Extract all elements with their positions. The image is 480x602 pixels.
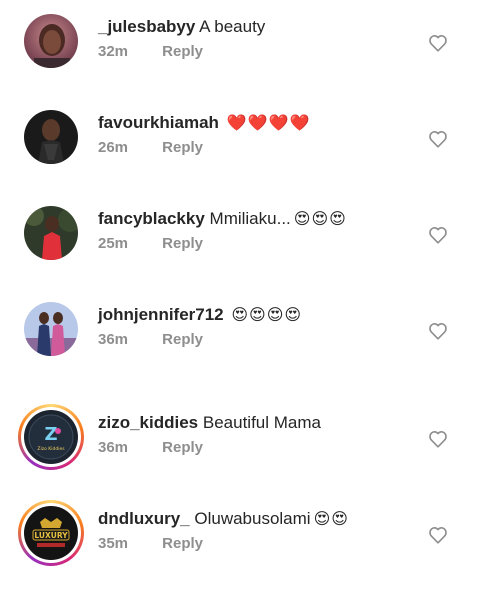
reply-button[interactable]: Reply [162, 331, 203, 348]
heart-outline-icon[interactable] [428, 322, 448, 340]
comment-emojis: 😍😍😍 [293, 209, 347, 228]
comment-item: _julesbabyy A beauty 32m Reply [0, 14, 480, 110]
comment-username[interactable]: fancyblackky [98, 209, 205, 228]
comment-item: johnjennifer712 😍😍😍😍 36m Reply [0, 302, 480, 398]
comment-time: 36m [98, 439, 129, 456]
comment-emojis: 😍😍 [313, 509, 349, 528]
comment-text: Oluwabusolami [194, 509, 311, 528]
heart-outline-icon[interactable] [428, 130, 448, 148]
profile-photo: Z Zizo Kiddies [24, 410, 78, 464]
comment-username[interactable]: dndluxury_ [98, 509, 190, 528]
comment-item: LUXURY dndluxury_ Oluwabusolami 😍😍 35m Re… [0, 500, 480, 602]
avatar-logo-text: Zizo Kiddies [37, 446, 65, 452]
comment-item: fancyblackky Mmiliaku... 😍😍😍 25m Reply [0, 206, 480, 302]
heart-outline-icon[interactable] [428, 526, 448, 544]
comment-username[interactable]: zizo_kiddies [98, 413, 198, 432]
profile-photo [24, 110, 78, 164]
avatar[interactable] [24, 302, 78, 356]
avatar[interactable] [24, 110, 78, 164]
comment-item: Z Zizo Kiddies zizo_kiddies Beautiful Ma… [0, 404, 480, 506]
avatar[interactable]: Z Zizo Kiddies [18, 404, 84, 470]
comment-emojis: ❤️❤️❤️❤️ [226, 113, 311, 132]
heart-outline-icon[interactable] [428, 430, 448, 448]
comment-text: Mmiliaku... [209, 209, 291, 228]
comment-text: Beautiful Mama [202, 413, 321, 432]
avatar[interactable]: LUXURY [18, 500, 84, 566]
heart-outline-icon[interactable] [428, 226, 448, 244]
reply-button[interactable]: Reply [162, 439, 203, 456]
svg-text:Z: Z [44, 424, 57, 445]
comment-item: favourkhiamah ❤️❤️❤️❤️ 26m Reply [0, 110, 480, 206]
comment-emojis: 😍😍😍😍 [231, 305, 303, 324]
comment-username[interactable]: _julesbabyy [98, 17, 195, 36]
comment-text: A beauty [199, 17, 266, 36]
profile-photo [24, 14, 78, 68]
comment-time: 25m [98, 235, 129, 252]
comment-time: 36m [98, 331, 129, 348]
comment-time: 32m [98, 43, 129, 60]
comment-username[interactable]: favourkhiamah [98, 113, 219, 132]
avatar[interactable] [24, 206, 78, 260]
reply-button[interactable]: Reply [162, 43, 203, 60]
comment-username[interactable]: johnjennifer712 [98, 305, 224, 324]
reply-button[interactable]: Reply [162, 139, 203, 156]
avatar[interactable] [24, 14, 78, 68]
profile-photo: LUXURY [24, 506, 78, 560]
profile-photo [24, 302, 78, 356]
comment-time: 26m [98, 139, 129, 156]
comment-time: 35m [98, 535, 129, 552]
profile-photo [24, 206, 78, 260]
reply-button[interactable]: Reply [162, 235, 203, 252]
heart-outline-icon[interactable] [428, 34, 448, 52]
reply-button[interactable]: Reply [162, 535, 203, 552]
avatar-logo-text: LUXURY [34, 531, 68, 540]
